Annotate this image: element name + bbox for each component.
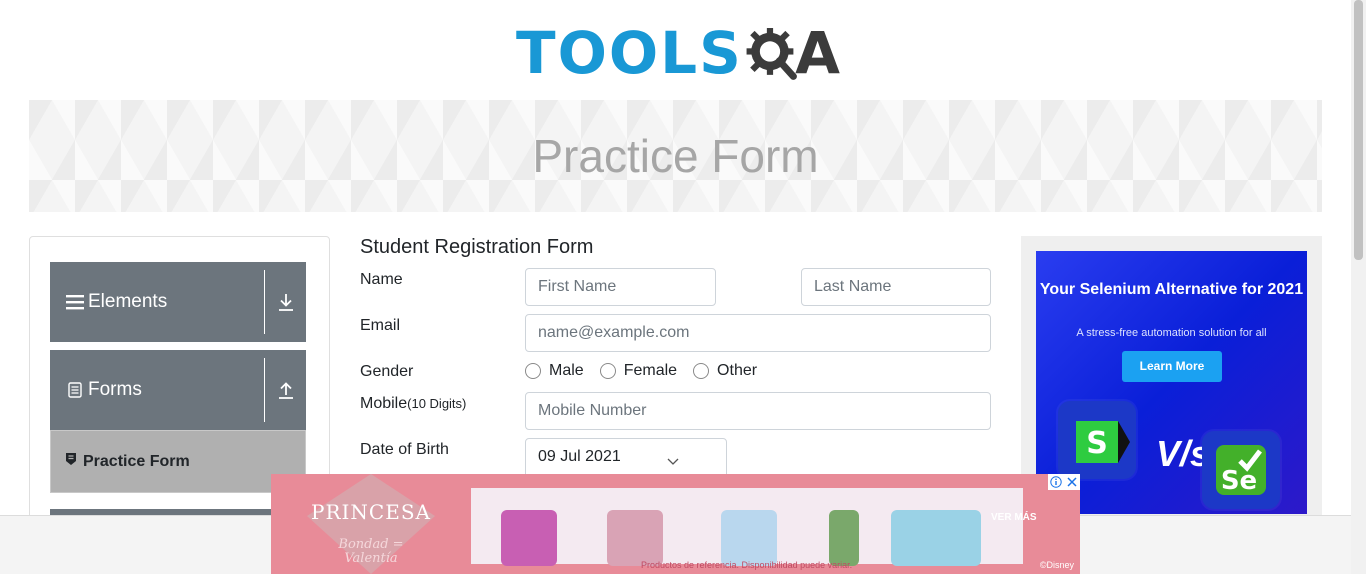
ad-copyright: ©Disney xyxy=(1039,560,1074,570)
toolsqa-logo[interactable]: TOOLS A xyxy=(516,14,840,92)
princesa-tagline: Bondad = Valentía xyxy=(338,537,404,566)
page-banner: Practice Form xyxy=(29,100,1322,212)
selenium-logo-icon: Se xyxy=(1216,445,1266,496)
page-title: Practice Form xyxy=(532,130,819,182)
name-label: Name xyxy=(360,271,403,288)
gender-radio-other[interactable]: Other xyxy=(693,362,757,380)
radio-label: Other xyxy=(717,362,758,379)
logo-brand-text: TOOLS xyxy=(516,19,743,87)
logo-brand-suffix: A xyxy=(795,19,840,87)
sidebar-item-practice-form[interactable]: Practice Form xyxy=(50,430,306,493)
ad-close-icon[interactable] xyxy=(1064,474,1080,490)
gender-radio-female[interactable]: Female xyxy=(599,362,678,380)
mobile-input[interactable] xyxy=(525,392,991,430)
ver-mas-button[interactable]: VER MÁS xyxy=(991,512,1037,524)
scrollbar-thumb[interactable] xyxy=(1354,0,1363,260)
sidebar-group-label: Elements xyxy=(88,291,168,312)
radio-button[interactable] xyxy=(693,363,710,379)
mobile-label: Mobile(10 Digits) xyxy=(360,395,466,413)
disney-princess-ad[interactable]: PRINCESA Bondad = Valentía Productos de … xyxy=(271,474,1080,574)
roller-skates-image xyxy=(501,510,557,566)
sidebar-group-label: Forms xyxy=(88,379,142,400)
radio-label: Male xyxy=(549,362,584,379)
gender-label: Gender xyxy=(360,363,414,380)
date-value: 09 Jul 2021 xyxy=(538,448,621,465)
ad-headline: Your Selenium Alternative for 2021 xyxy=(1039,281,1304,298)
first-name-input[interactable] xyxy=(525,268,716,306)
page: TOOLS A Practice Form Elements Forms Pra… xyxy=(0,0,1366,574)
form-title: Student Registration Form xyxy=(360,236,594,258)
katalon-logo-icon: S xyxy=(1076,421,1130,463)
gender-radio-male[interactable]: Male xyxy=(525,362,584,380)
radio-label: Female xyxy=(623,362,678,379)
upload-arrow-icon[interactable] xyxy=(264,358,306,422)
gender-radio-group: Male Female Other xyxy=(525,362,773,380)
ad-info-icon[interactable] xyxy=(1048,474,1064,490)
selenium-logo-tile: Se xyxy=(1202,431,1280,509)
dress-image xyxy=(721,510,777,566)
mobile-label-text: Mobile xyxy=(360,395,408,412)
email-input[interactable] xyxy=(525,314,991,352)
ad-subline: A stress-free automation solution for al… xyxy=(1076,327,1267,339)
hamburger-icon xyxy=(66,294,84,310)
last-name-input[interactable] xyxy=(801,268,991,306)
learn-more-button[interactable]: Learn More xyxy=(1122,351,1222,382)
gear-magnifier-icon xyxy=(746,28,797,80)
princesa-brand: PRINCESA xyxy=(311,500,431,524)
toy-set-image xyxy=(891,510,981,566)
dob-label: Date of Birth xyxy=(360,441,449,458)
svg-text:S: S xyxy=(1086,426,1108,461)
katalon-logo-tile: S xyxy=(1058,401,1136,479)
ad-disclaimer: Productos de referencia. Disponibilidad … xyxy=(641,560,853,570)
download-arrow-icon[interactable] xyxy=(264,270,306,334)
email-label: Email xyxy=(360,317,401,334)
sidebar-item-label: Practice Form xyxy=(83,452,190,470)
sidebar-group-forms[interactable]: Forms xyxy=(50,350,306,430)
date-of-birth-input[interactable]: 09 Jul 2021 xyxy=(525,438,727,478)
form-badge-icon xyxy=(65,452,77,471)
doll-image xyxy=(829,510,859,566)
tshirt-image xyxy=(607,510,663,566)
mobile-hint: (10 Digits) xyxy=(407,396,467,411)
radio-button[interactable] xyxy=(525,363,541,379)
chevron-down-icon xyxy=(667,458,679,465)
product-panel: Productos de referencia. Disponibilidad … xyxy=(471,488,1023,570)
document-icon xyxy=(66,382,84,398)
svg-text:Se: Se xyxy=(1221,466,1257,496)
sidebar-group-elements[interactable]: Elements xyxy=(50,262,306,342)
radio-button[interactable] xyxy=(599,363,616,379)
